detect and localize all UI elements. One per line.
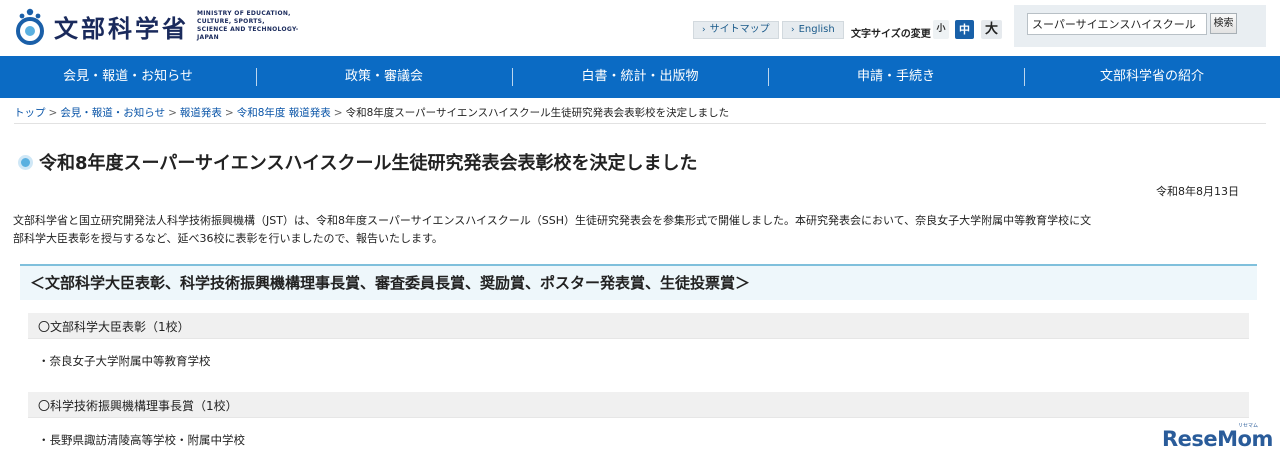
title-bullet-icon bbox=[18, 154, 33, 170]
breadcrumb-divider bbox=[14, 123, 1266, 124]
nav-item-applications[interactable]: 申請・手続き bbox=[768, 56, 1024, 98]
award-heading-jst: 〇科学技術振興機構理事長賞（1校） bbox=[28, 392, 1249, 417]
chevron-right-icon: › bbox=[791, 25, 795, 35]
logo-en-line-1: MINISTRY OF EDUCATION, bbox=[197, 10, 291, 17]
logo-english-text: MINISTRY OF EDUCATION, CULTURE, SPORTS, … bbox=[197, 10, 317, 42]
breadcrumb-releases[interactable]: 報道発表 bbox=[180, 107, 222, 119]
breadcrumb: トップ > 会見・報道・お知らせ > 報道発表 > 令和8年度 報道発表 > 令和8年度スーパー… bbox=[14, 105, 729, 120]
award-heading-minister: 〇文部科学大臣表彰（1校） bbox=[28, 313, 1249, 338]
ministry-emblem-icon bbox=[15, 8, 45, 45]
breadcrumb-year-releases[interactable]: 令和8年度 報道発表 bbox=[237, 107, 331, 119]
nav-item-press[interactable]: 会見・報道・お知らせ bbox=[0, 56, 256, 98]
sitemap-button[interactable]: › サイトマップ bbox=[693, 21, 779, 39]
intro-line-2: 部科学大臣表彰を授与するなど、延べ36校に表彰を行いましたので、報告いたします。 bbox=[13, 232, 443, 245]
page-title: 令和8年度スーパーサイエンスハイスクール生徒研究発表会表彰校を決定しました bbox=[39, 153, 698, 174]
intro-line-1: 文部科学省と国立研究開発法人科学技術振興機構（JST）は、令和8年度スーパーサイ… bbox=[13, 214, 1092, 227]
logo-japanese-text: 文部科学省 bbox=[54, 14, 189, 43]
breadcrumb-press[interactable]: 会見・報道・お知らせ bbox=[60, 107, 165, 119]
breadcrumb-current: 令和8年度スーパーサイエンスハイスクール生徒研究発表会表彰校を決定しました bbox=[345, 107, 730, 119]
award-divider bbox=[28, 417, 1249, 418]
award-heading-text: 〇科学技術振興機構理事長賞（1校） bbox=[38, 399, 238, 413]
nav-item-policy[interactable]: 政策・審議会 bbox=[256, 56, 512, 98]
font-size-small-button[interactable]: 小 bbox=[933, 20, 949, 39]
english-label: English bbox=[798, 24, 835, 35]
intro-paragraph: 文部科学省と国立研究開発法人科学技術振興機構（JST）は、令和8年度スーパーサイ… bbox=[13, 212, 1253, 248]
font-size-label: 文字サイズの変更 bbox=[851, 29, 931, 40]
award-item-minister: ・奈良女子大学附属中等教育学校 bbox=[38, 354, 211, 368]
global-nav: 会見・報道・お知らせ 政策・審議会 白書・統計・出版物 申請・手続き 文部科学省… bbox=[0, 56, 1280, 98]
logo-en-line-3: SCIENCE AND TECHNOLOGY-JAPAN bbox=[197, 26, 299, 41]
font-size-medium-button[interactable]: 中 bbox=[955, 20, 974, 39]
section-heading: ＜文部科学大臣表彰、科学技術振興機構理事長賞、審査委員長賞、奨励賞、ポスター発表… bbox=[20, 264, 1257, 300]
logo-en-line-2: CULTURE, SPORTS, bbox=[197, 18, 265, 25]
title-row: 令和8年度スーパーサイエンスハイスクール生徒研究発表会表彰校を決定しました bbox=[18, 149, 698, 175]
sitemap-label: サイトマップ bbox=[709, 24, 770, 35]
search-button[interactable]: 検索 bbox=[1210, 13, 1237, 34]
nav-item-about[interactable]: 文部科学省の紹介 bbox=[1024, 56, 1280, 98]
award-heading-text: 〇文部科学大臣表彰（1校） bbox=[38, 320, 190, 334]
award-item-jst: ・長野県諏訪清陵高等学校・附属中学校 bbox=[38, 433, 245, 447]
award-divider bbox=[28, 338, 1249, 339]
breadcrumb-top[interactable]: トップ bbox=[14, 107, 46, 119]
publish-date: 令和8年8月13日 bbox=[1156, 185, 1239, 198]
site-header: 文部科学省 MINISTRY OF EDUCATION, CULTURE, SP… bbox=[0, 0, 1280, 56]
breadcrumb-separator-icon: > bbox=[168, 107, 177, 119]
chevron-right-icon: › bbox=[702, 25, 706, 35]
breadcrumb-separator-icon: > bbox=[224, 107, 234, 119]
breadcrumb-separator-icon: > bbox=[48, 107, 58, 119]
ministry-logo[interactable]: 文部科学省 MINISTRY OF EDUCATION, CULTURE, SP… bbox=[12, 6, 317, 46]
english-button[interactable]: › English bbox=[782, 21, 844, 39]
nav-item-publications[interactable]: 白書・統計・出版物 bbox=[512, 56, 768, 98]
breadcrumb-separator-icon: > bbox=[333, 107, 343, 119]
search-input[interactable] bbox=[1027, 13, 1207, 35]
resemom-watermark: ReseMom bbox=[1162, 427, 1273, 451]
section-title: ＜文部科学大臣表彰、科学技術振興機構理事長賞、審査委員長賞、奨励賞、ポスター発表… bbox=[30, 274, 751, 292]
font-size-large-button[interactable]: 大 bbox=[981, 20, 1002, 39]
